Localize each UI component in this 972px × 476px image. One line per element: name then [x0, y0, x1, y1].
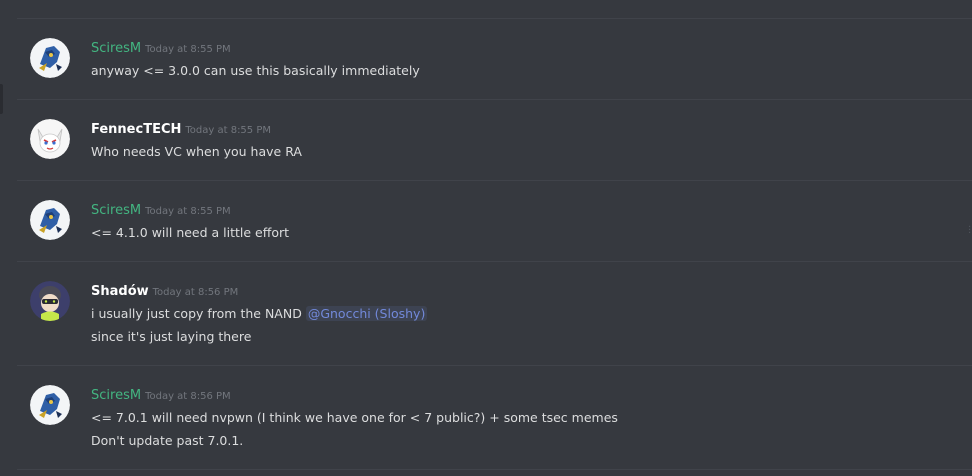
username[interactable]: SciresM	[91, 41, 141, 56]
username[interactable]: SciresM	[91, 203, 141, 218]
message-header: FennecTECH Today at 8:55 PM	[91, 119, 271, 140]
timestamp: Today at 8:55 PM	[185, 125, 271, 136]
user-mention[interactable]: @Gnocchi (Sloshy)	[305, 306, 428, 321]
avatar-sciresm[interactable]	[30, 200, 70, 240]
message-divider	[17, 180, 972, 181]
message-text: Don't update past 7.0.1.	[91, 433, 244, 448]
message-divider	[17, 261, 972, 262]
message-header: SciresM Today at 8:55 PM	[91, 200, 231, 221]
timestamp: Today at 8:55 PM	[145, 206, 231, 217]
message-text: <= 4.1.0 will need a little effort	[91, 225, 290, 240]
message-divider	[17, 18, 972, 19]
timestamp: Today at 8:56 PM	[152, 287, 239, 298]
avatar-shadow[interactable]	[30, 281, 70, 321]
message-divider	[17, 99, 972, 100]
message-header: Shadów Today at 8:56 PM	[91, 281, 238, 302]
message-text: <= 7.0.1 will need nvpwn (I think we hav…	[91, 410, 618, 425]
username[interactable]: FennecTECH	[91, 122, 181, 137]
message-divider	[17, 469, 972, 470]
message-header: SciresM Today at 8:56 PM	[91, 385, 231, 406]
message-text: Who needs VC when you have RA	[91, 144, 302, 159]
message-header: SciresM Today at 8:55 PM	[91, 38, 231, 59]
message-divider	[17, 365, 972, 366]
chat-message-list: SciresM Today at 8:55 PM anyway <= 3.0.0 …	[0, 0, 972, 476]
message-text: anyway <= 3.0.0 can use this basically i…	[91, 63, 420, 78]
avatar-sciresm[interactable]	[30, 38, 70, 78]
message-text: i usually just copy from the NAND @Gnocc…	[91, 305, 428, 323]
avatar-sciresm[interactable]	[30, 385, 70, 425]
message-text-content: i usually just copy from the NAND	[91, 306, 302, 321]
username[interactable]: SciresM	[91, 388, 141, 403]
message-text: since it's just laying there	[91, 329, 252, 344]
username[interactable]: Shadów	[91, 284, 149, 299]
scrollbar[interactable]	[0, 84, 3, 114]
timestamp: Today at 8:55 PM	[145, 44, 231, 55]
timestamp: Today at 8:56 PM	[145, 391, 231, 402]
more-options-icon[interactable]: · · ·	[968, 223, 972, 239]
avatar-fennectech[interactable]	[30, 119, 70, 159]
